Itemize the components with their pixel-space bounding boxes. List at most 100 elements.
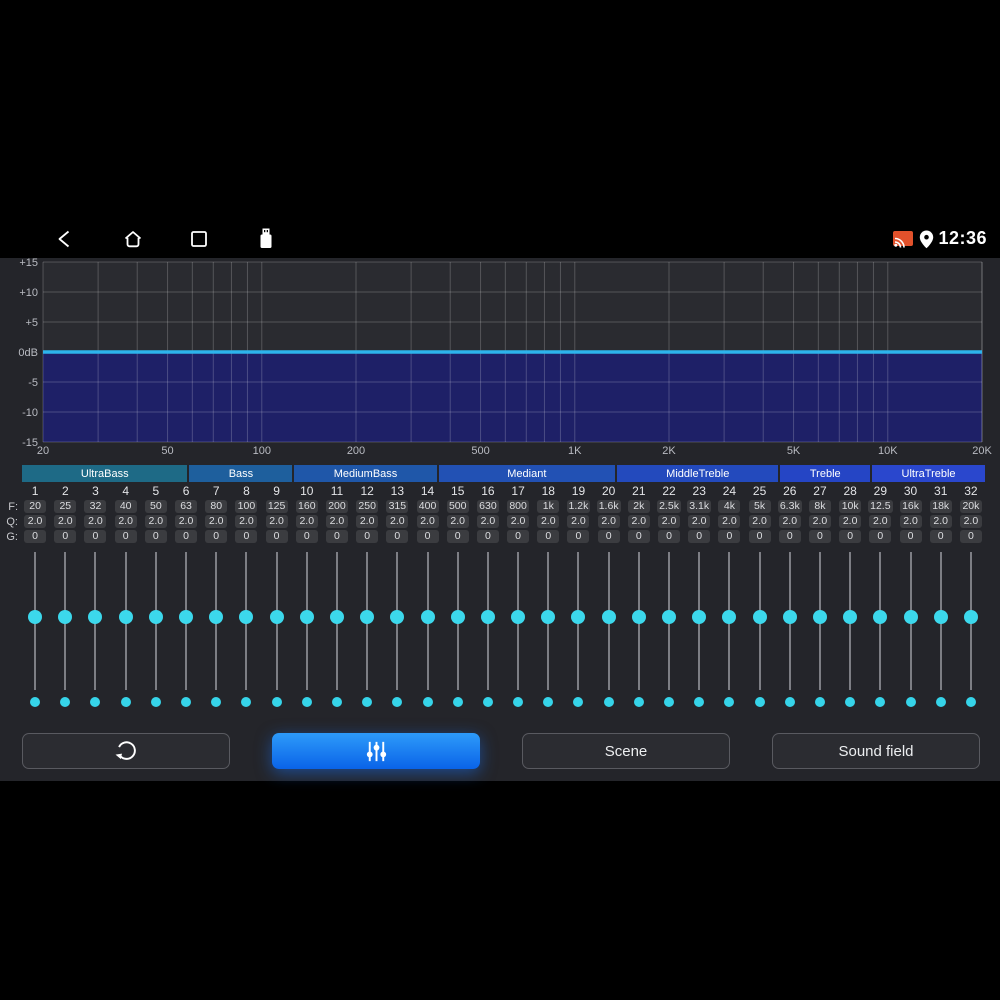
band-dot-col <box>745 697 775 707</box>
slider-knob[interactable] <box>752 610 767 624</box>
sound-field-button[interactable]: Sound field <box>772 733 980 769</box>
band-indicator-dot <box>211 697 222 707</box>
band-number: 7 <box>212 484 220 498</box>
band-slider-28[interactable] <box>835 552 865 690</box>
band-slider-15[interactable] <box>443 552 473 690</box>
slider-knob[interactable] <box>118 610 133 624</box>
band-slider-13[interactable] <box>382 552 412 690</box>
band-indicator-dot <box>724 697 735 707</box>
band-f-value: 3.1k <box>687 500 712 513</box>
slider-knob[interactable] <box>782 610 797 624</box>
band-slider-32[interactable] <box>956 552 986 690</box>
band-slider-18[interactable] <box>533 552 563 690</box>
slider-knob[interactable] <box>933 610 948 624</box>
band-number: 23 <box>692 484 706 498</box>
location-icon <box>919 230 933 248</box>
slider-knob[interactable] <box>148 610 163 624</box>
band-f-value: 250 <box>356 500 379 513</box>
band-slider-29[interactable] <box>865 552 895 690</box>
band-slider-6[interactable] <box>171 552 201 690</box>
band-slider-14[interactable] <box>412 552 442 690</box>
band-dot-col <box>563 697 593 707</box>
slider-knob[interactable] <box>299 610 314 624</box>
band-slider-3[interactable] <box>80 552 110 690</box>
band-slider-4[interactable] <box>111 552 141 690</box>
band-slider-16[interactable] <box>473 552 503 690</box>
slider-knob[interactable] <box>722 610 737 624</box>
slider-knob[interactable] <box>360 610 375 624</box>
band-slider-7[interactable] <box>201 552 231 690</box>
band-slider-17[interactable] <box>503 552 533 690</box>
band-column-30: 30 16k 2.0 0 <box>895 483 925 544</box>
slider-knob[interactable] <box>239 610 254 624</box>
slider-knob[interactable] <box>571 610 586 624</box>
slider-knob[interactable] <box>631 610 646 624</box>
band-slider-12[interactable] <box>352 552 382 690</box>
band-slider-22[interactable] <box>654 552 684 690</box>
band-slider-31[interactable] <box>926 552 956 690</box>
slider-knob[interactable] <box>209 610 224 624</box>
band-slider-24[interactable] <box>714 552 744 690</box>
back-button[interactable] <box>53 227 77 251</box>
band-slider-30[interactable] <box>895 552 925 690</box>
slider-knob[interactable] <box>58 610 73 624</box>
slider-knob[interactable] <box>88 610 103 624</box>
slider-knob[interactable] <box>963 610 978 624</box>
band-slider-8[interactable] <box>231 552 261 690</box>
band-indicator-dot <box>120 697 131 707</box>
band-slider-5[interactable] <box>141 552 171 690</box>
slider-knob[interactable] <box>903 610 918 624</box>
band-slider-19[interactable] <box>563 552 593 690</box>
band-slider-2[interactable] <box>50 552 80 690</box>
band-column-31: 31 18k 2.0 0 <box>926 483 956 544</box>
band-number: 31 <box>934 484 948 498</box>
slider-knob[interactable] <box>269 610 284 624</box>
recents-button[interactable] <box>187 227 211 251</box>
reset-button[interactable] <box>22 733 230 769</box>
y-tick-label: +5 <box>25 317 38 329</box>
band-g-value: 0 <box>627 530 650 543</box>
x-tick-label: 2K <box>662 445 676 457</box>
band-g-value: 0 <box>929 530 952 543</box>
equalizer-button[interactable] <box>272 733 480 769</box>
band-number: 10 <box>300 484 314 498</box>
band-slider-21[interactable] <box>624 552 654 690</box>
band-indicator-dot <box>482 697 493 707</box>
home-button[interactable] <box>121 227 145 251</box>
slider-knob[interactable] <box>662 610 677 624</box>
slider-knob[interactable] <box>601 610 616 624</box>
band-slider-9[interactable] <box>262 552 292 690</box>
slider-knob[interactable] <box>511 610 526 624</box>
band-g-value: 0 <box>446 530 469 543</box>
band-slider-26[interactable] <box>775 552 805 690</box>
band-q-value: 2.0 <box>175 515 198 528</box>
slider-knob[interactable] <box>480 610 495 624</box>
band-slider-1[interactable] <box>20 552 50 690</box>
band-slider-11[interactable] <box>322 552 352 690</box>
band-slider-23[interactable] <box>684 552 714 690</box>
slider-knob[interactable] <box>28 610 43 624</box>
slider-knob[interactable] <box>420 610 435 624</box>
band-number: 14 <box>420 484 435 498</box>
band-slider-10[interactable] <box>292 552 322 690</box>
band-group-mediumbass: MediumBass <box>294 465 437 482</box>
slider-knob[interactable] <box>179 610 194 624</box>
band-sliders <box>20 552 986 690</box>
slider-knob[interactable] <box>692 610 707 624</box>
slider-knob[interactable] <box>450 610 465 624</box>
slider-knob[interactable] <box>812 610 827 624</box>
row-label: F: <box>8 500 18 513</box>
band-f-value: 100 <box>235 500 258 513</box>
band-column-8: 8 100 2.0 0 <box>231 483 261 544</box>
band-slider-25[interactable] <box>745 552 775 690</box>
slider-knob[interactable] <box>873 610 888 624</box>
x-tick-label: 200 <box>347 445 365 457</box>
slider-knob[interactable] <box>329 610 344 624</box>
slider-knob[interactable] <box>541 610 556 624</box>
scene-button[interactable]: Scene <box>522 733 730 769</box>
band-f-value: 20 <box>24 500 47 513</box>
band-slider-27[interactable] <box>805 552 835 690</box>
band-slider-20[interactable] <box>594 552 624 690</box>
slider-knob[interactable] <box>390 610 405 624</box>
slider-knob[interactable] <box>843 610 858 624</box>
